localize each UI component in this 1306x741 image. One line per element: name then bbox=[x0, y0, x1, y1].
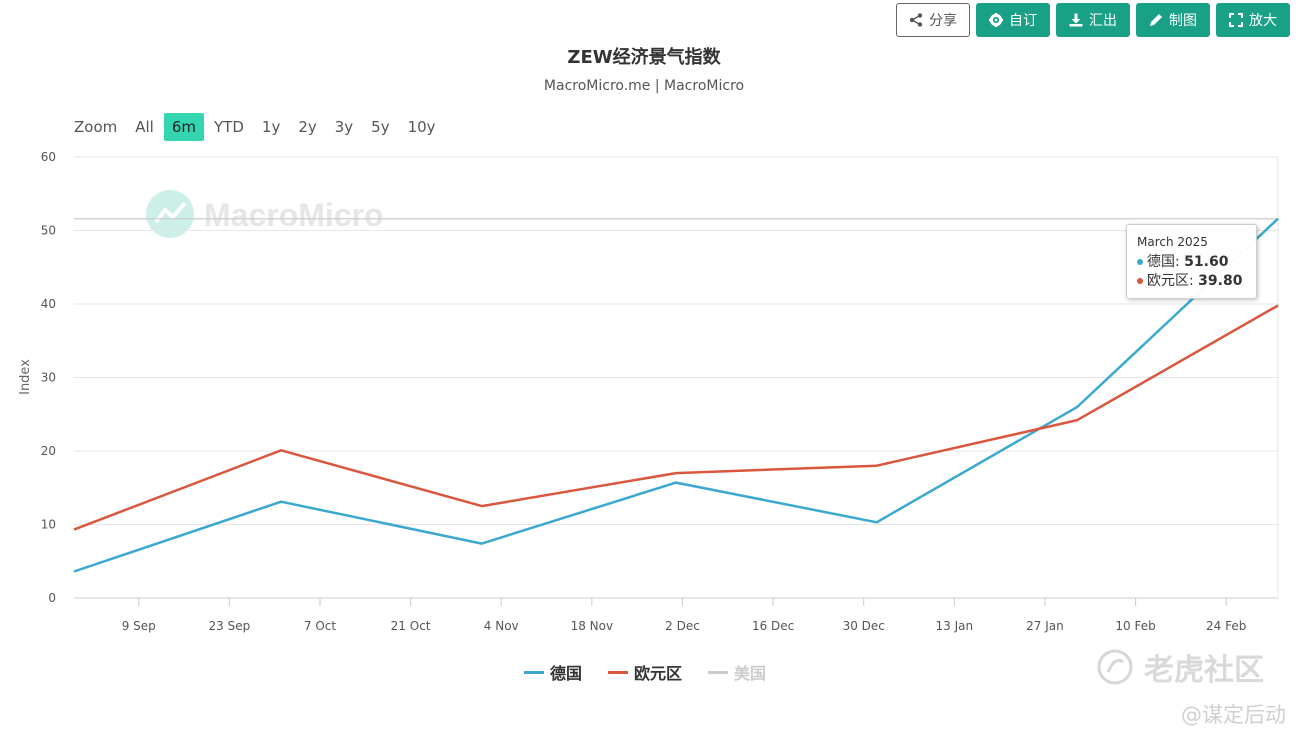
y-tick-label: 30 bbox=[41, 371, 56, 385]
community-watermark: 老虎社区 @谋定后动 bbox=[1096, 645, 1286, 729]
tooltip-germany-value: 51.60 bbox=[1184, 254, 1229, 270]
chart-subtitle: MacroMicro.me | MacroMicro bbox=[543, 78, 745, 94]
germany-dot-icon bbox=[1137, 259, 1143, 265]
eurozone-dot-icon bbox=[1137, 278, 1143, 284]
x-tick-label: 30 Dec bbox=[843, 619, 885, 633]
x-tick-label: 18 Nov bbox=[571, 619, 614, 633]
expand-icon bbox=[1229, 13, 1243, 27]
tooltip-row-eurozone: 欧元区: 39.80 bbox=[1137, 272, 1246, 291]
y-tick-label: 50 bbox=[41, 224, 56, 238]
x-tick-label: 10 Feb bbox=[1115, 619, 1155, 633]
draw-button[interactable]: 制图 bbox=[1136, 3, 1210, 37]
tooltip-date: March 2025 bbox=[1137, 235, 1208, 249]
toolbar: 分享 自订 汇出 制图 放大 bbox=[896, 3, 1290, 37]
community-username: @谋定后动 bbox=[1181, 703, 1286, 727]
zoom-3y-button[interactable]: 3y bbox=[327, 113, 361, 141]
macromicro-watermark: MacroMicro bbox=[146, 190, 384, 238]
usa-swatch-icon bbox=[708, 670, 728, 674]
x-tick-label: 23 Sep bbox=[209, 619, 251, 633]
macromicro-logo-line bbox=[154, 201, 187, 224]
legend-usa-label: 美国 bbox=[734, 664, 767, 683]
chart-title: ZEW经济景气指数 bbox=[567, 47, 721, 68]
macromicro-logo-icon bbox=[146, 190, 194, 238]
zoom-1y-button[interactable]: 1y bbox=[254, 113, 288, 141]
y-axis-title: Index bbox=[18, 359, 33, 395]
tiger-logo-icon bbox=[1097, 649, 1133, 685]
zoom-5y-button[interactable]: 5y bbox=[363, 113, 397, 141]
macromicro-brand-text: MacroMicro bbox=[204, 197, 384, 233]
tooltip-eurozone-value: 39.80 bbox=[1198, 273, 1243, 289]
export-label: 汇出 bbox=[1089, 13, 1117, 29]
tooltip-row-germany: 德国: 51.60 bbox=[1137, 253, 1246, 272]
share-icon bbox=[909, 13, 923, 27]
zoom-ytd-button[interactable]: YTD bbox=[206, 113, 252, 141]
zoom-label: Zoom bbox=[74, 118, 118, 136]
zoom-6m-button[interactable]: 6m bbox=[163, 113, 205, 141]
legend-item-germany[interactable]: 德国 bbox=[523, 660, 582, 684]
x-tick-label: 27 Jan bbox=[1026, 619, 1064, 633]
customize-button[interactable]: 自订 bbox=[976, 3, 1050, 37]
x-tick-label: 21 Oct bbox=[391, 619, 431, 633]
zoom-all-button[interactable]: All bbox=[127, 113, 162, 141]
legend-germany-label: 德国 bbox=[549, 664, 582, 683]
x-tick-label: 24 Feb bbox=[1206, 619, 1246, 633]
eurozone-swatch-icon bbox=[607, 670, 628, 674]
x-tick-label: 16 Dec bbox=[752, 619, 794, 633]
x-tick-label: 4 Nov bbox=[484, 619, 519, 633]
zoom-selector: Zoom All 6m YTD 1y 2y 3y 5y 10y bbox=[74, 113, 446, 141]
draw-label: 制图 bbox=[1169, 13, 1197, 29]
y-tick-label: 60 bbox=[41, 150, 56, 164]
customize-label: 自订 bbox=[1009, 13, 1037, 29]
x-tick-label: 9 Sep bbox=[122, 619, 156, 633]
line-chart: MacroMicro 0 10 20 30 40 50 60 9 Sep 23 Sep 7 Oc… bbox=[18, 150, 1279, 633]
download-icon bbox=[1069, 13, 1083, 27]
enlarge-label: 放大 bbox=[1249, 13, 1277, 29]
export-button[interactable]: 汇出 bbox=[1056, 3, 1130, 37]
share-label: 分享 bbox=[929, 13, 957, 29]
series-line-germany bbox=[73, 217, 1279, 573]
zoom-2y-button[interactable]: 2y bbox=[290, 113, 324, 141]
legend-eurozone-label: 欧元区 bbox=[633, 664, 682, 683]
tooltip-eurozone-name: 欧元区 bbox=[1147, 273, 1189, 289]
pencil-icon bbox=[1150, 14, 1162, 26]
legend-item-usa[interactable]: 美国 bbox=[708, 660, 766, 684]
community-logo-text: 老虎社区 bbox=[1144, 653, 1264, 688]
y-tick-label: 0 bbox=[48, 591, 56, 605]
enlarge-button[interactable]: 放大 bbox=[1216, 3, 1290, 37]
y-tick-label: 20 bbox=[41, 444, 56, 458]
legend-item-eurozone[interactable]: 欧元区 bbox=[607, 660, 682, 684]
data-tooltip: March 2025 德国: 51.60 欧元区: 39.80 bbox=[1126, 224, 1257, 299]
tooltip-germany-name: 德国 bbox=[1147, 254, 1175, 270]
x-tick-label: 7 Oct bbox=[304, 619, 336, 633]
community-logo: 老虎社区 bbox=[1096, 645, 1286, 689]
x-tick-label: 13 Jan bbox=[936, 619, 974, 633]
series-line-eurozone bbox=[73, 304, 1279, 531]
y-tick-label: 10 bbox=[41, 518, 56, 532]
germany-swatch-icon bbox=[523, 670, 544, 674]
share-button[interactable]: 分享 bbox=[896, 3, 970, 37]
y-tick-label: 40 bbox=[41, 297, 56, 311]
zoom-10y-button[interactable]: 10y bbox=[400, 113, 444, 141]
x-tick-label: 2 Dec bbox=[665, 619, 700, 633]
gear-icon bbox=[989, 13, 1003, 27]
